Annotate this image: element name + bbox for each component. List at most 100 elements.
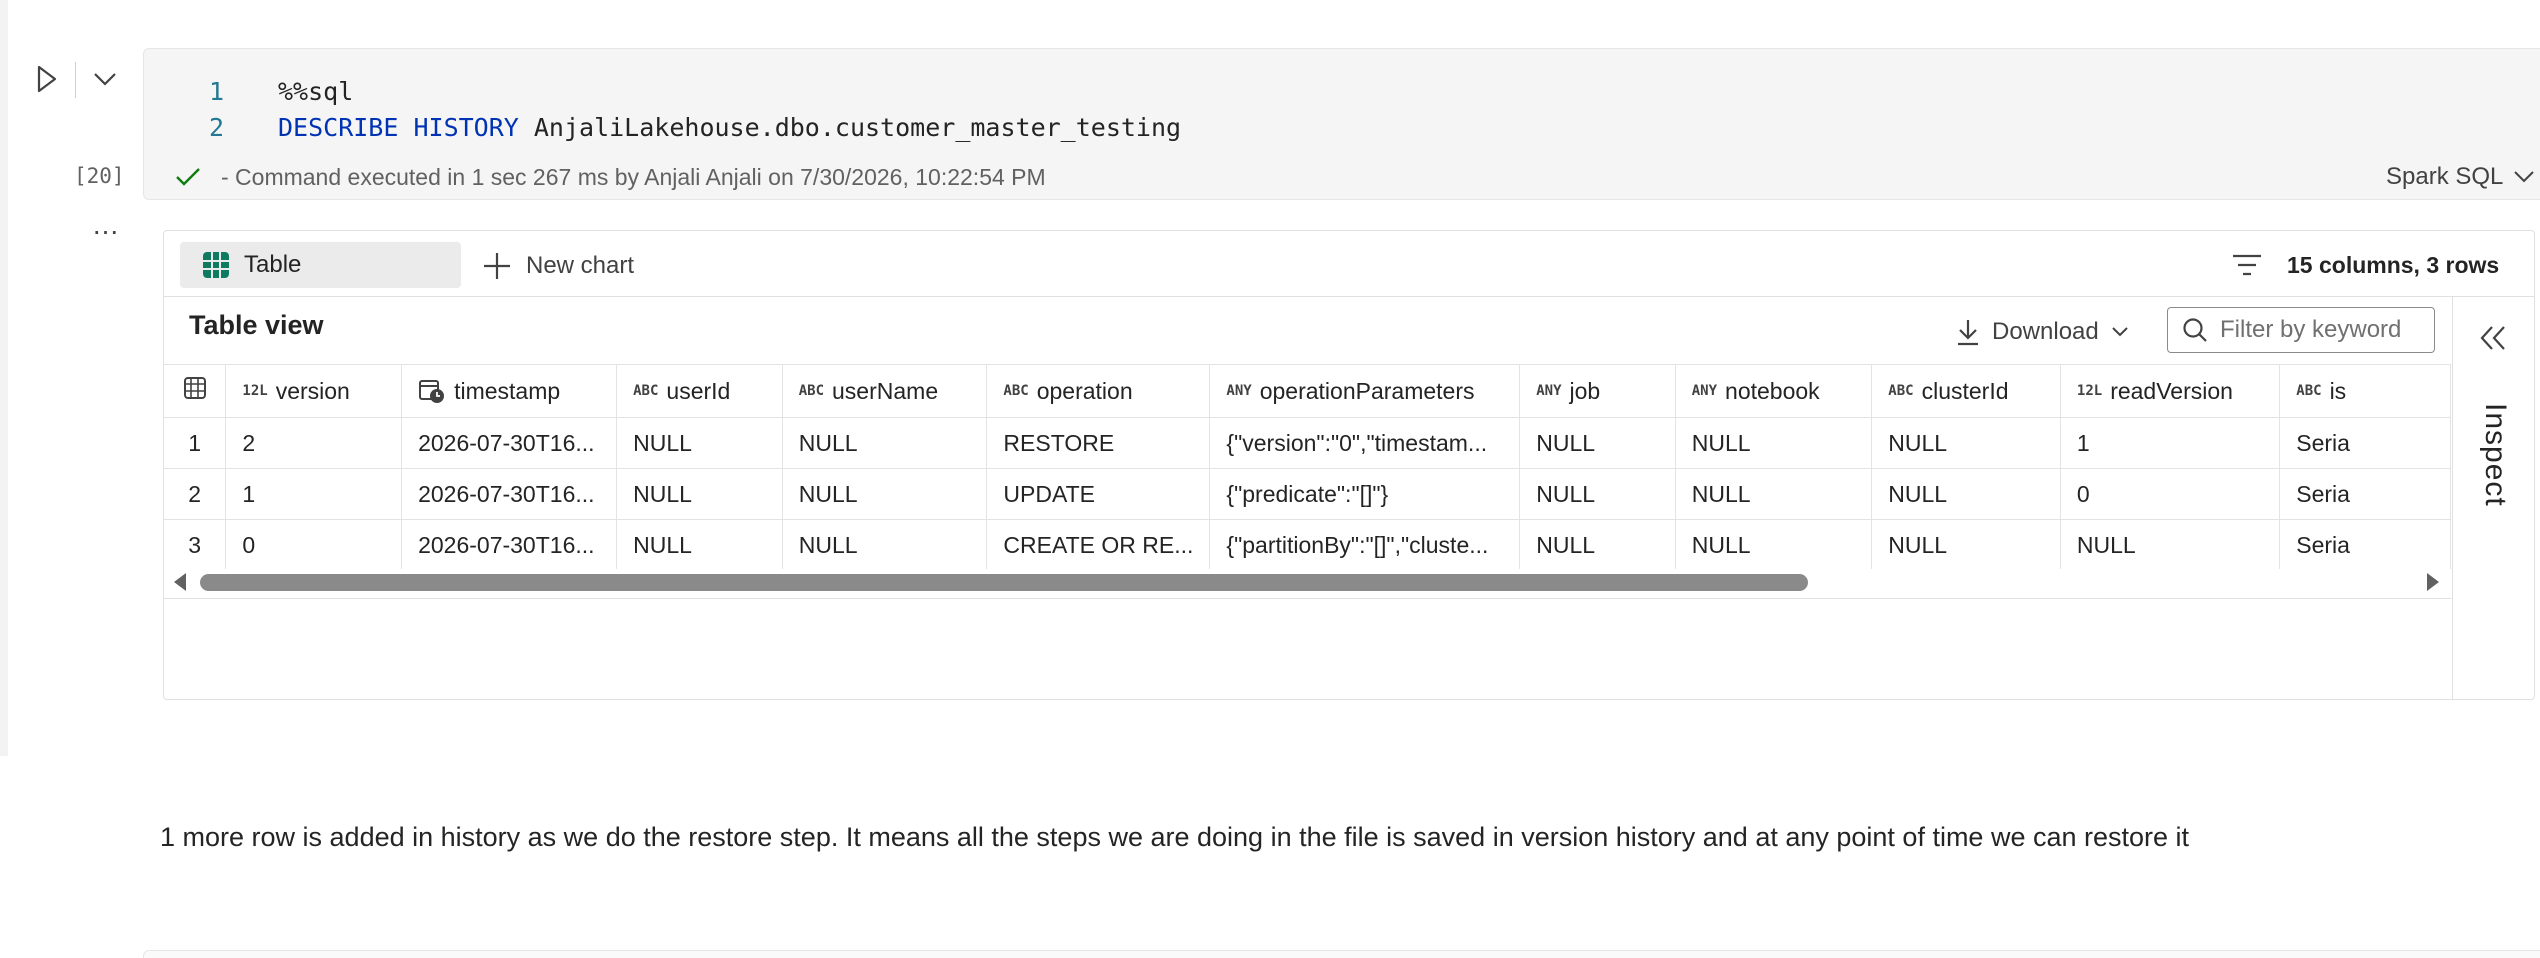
table-cell[interactable]: NULL xyxy=(782,519,988,569)
table-cell[interactable]: UPDATE xyxy=(986,468,1211,520)
table-grid-icon xyxy=(203,252,229,278)
row-number: 2 xyxy=(164,468,227,520)
column-header-readversion[interactable]: 12L readVersion xyxy=(2060,364,2281,418)
column-header-notebook[interactable]: ANY notebook xyxy=(1675,364,1873,418)
table-cell[interactable]: NULL xyxy=(1519,417,1676,469)
filter-keyword-input[interactable] xyxy=(2220,316,2430,344)
column-header-is[interactable]: ABC is xyxy=(2279,364,2451,418)
table-cell[interactable]: 2026-07-30T16... xyxy=(401,417,618,469)
table-cell[interactable]: NULL xyxy=(1871,519,2061,569)
type-badge: ABC xyxy=(633,383,659,399)
table-cell[interactable]: NULL xyxy=(1675,417,1873,469)
type-badge: ANY xyxy=(1536,383,1562,399)
download-button[interactable]: Download xyxy=(1956,312,2129,352)
type-badge: ABC xyxy=(1888,383,1914,399)
table-view-title: Table view xyxy=(189,310,324,340)
table-cell[interactable]: {"predicate":"[]"} xyxy=(1209,468,1521,520)
table-cell[interactable]: 0 xyxy=(225,519,403,569)
code-line-1[interactable]: %%sql xyxy=(278,77,353,106)
table-cell[interactable]: NULL xyxy=(1871,417,2061,469)
filter-lines-icon xyxy=(2233,254,2261,276)
horizontal-scrollbar[interactable] xyxy=(164,569,2451,596)
grid-bottom-border xyxy=(164,598,2451,599)
more-options-button[interactable]: ... xyxy=(88,211,124,248)
column-name: clusterId xyxy=(1921,377,2009,404)
new-chart-button[interactable]: New chart xyxy=(482,244,634,288)
scroll-left-arrow-icon[interactable] xyxy=(174,573,186,591)
table-cell[interactable]: Seria xyxy=(2279,519,2451,569)
table-cell[interactable]: CREATE OR RE... xyxy=(986,519,1211,569)
results-table: 12L version timestamp ABC userId ABC userNa… xyxy=(164,364,2451,569)
table-cell[interactable]: NULL xyxy=(1519,519,1676,569)
run-cell-button[interactable] xyxy=(30,60,64,98)
type-badge: ABC xyxy=(2296,383,2322,399)
double-chevron-left-icon xyxy=(2480,326,2505,350)
scroll-right-arrow-icon[interactable] xyxy=(2427,573,2439,591)
cell-options-button[interactable] xyxy=(88,60,122,98)
column-header-operationparameters[interactable]: ANY operationParameters xyxy=(1209,364,1521,418)
chevron-down-icon xyxy=(2514,171,2535,183)
table-row[interactable]: 1 2 2026-07-30T16... NULL NULL RESTORE {… xyxy=(164,417,2451,469)
code-line-2[interactable]: DESCRIBE HISTORY AnjaliLakehouse.dbo.cus… xyxy=(278,113,1181,142)
table-cell[interactable]: 1 xyxy=(2060,417,2281,469)
table-cell[interactable]: NULL xyxy=(2060,519,2281,569)
table-cell[interactable]: 2026-07-30T16... xyxy=(401,468,618,520)
table-cell[interactable]: NULL xyxy=(616,519,783,569)
table-cell[interactable]: Seria xyxy=(2279,468,2451,520)
expand-inspect-button[interactable] xyxy=(2470,318,2516,358)
column-header-job[interactable]: ANY job xyxy=(1519,364,1676,418)
table-cell[interactable]: 2026-07-30T16... xyxy=(401,519,618,569)
column-name: is xyxy=(2329,377,2347,404)
table-cell[interactable]: NULL xyxy=(616,468,783,520)
column-name: readVersion xyxy=(2110,377,2233,404)
line-number: 1 xyxy=(208,77,224,106)
table-cell[interactable]: NULL xyxy=(1675,519,1873,569)
table-cell[interactable]: NULL xyxy=(1871,468,2061,520)
filter-icon-button[interactable] xyxy=(2230,248,2264,282)
scroll-thumb[interactable] xyxy=(200,574,1808,591)
table-cell[interactable]: {"partitionBy":"[]","cluste... xyxy=(1209,519,1521,569)
gutter-divider xyxy=(75,62,76,98)
column-header-username[interactable]: ABC userName xyxy=(782,364,988,418)
language-label: Spark SQL xyxy=(2386,163,2504,190)
chevron-down-icon xyxy=(2112,327,2128,337)
search-icon xyxy=(2183,318,2207,342)
type-badge: ANY xyxy=(1691,383,1718,399)
table-cell[interactable]: NULL xyxy=(782,417,988,469)
play-icon xyxy=(37,65,57,93)
inspect-tab[interactable]: Inspect xyxy=(2456,400,2534,510)
table-cell[interactable]: 2 xyxy=(225,417,403,469)
column-header-version[interactable]: 12L version xyxy=(225,364,403,418)
chevron-down-icon xyxy=(94,73,116,86)
table-cell[interactable]: Seria xyxy=(2279,417,2451,469)
table-cell[interactable]: NULL xyxy=(616,417,783,469)
table-row[interactable]: 3 0 2026-07-30T16... NULL NULL CREATE OR… xyxy=(164,519,2451,569)
column-header-userid[interactable]: ABC userId xyxy=(616,364,783,418)
row-number: 1 xyxy=(164,417,227,469)
filter-search-box[interactable] xyxy=(2167,307,2435,353)
execution-count: [20] xyxy=(74,164,125,188)
column-name: operationParameters xyxy=(1259,377,1475,404)
table-cell[interactable]: {"version":"0","timestam... xyxy=(1209,417,1521,469)
tab-table[interactable]: Table xyxy=(180,242,461,288)
select-all-cell[interactable] xyxy=(164,364,227,418)
column-header-timestamp[interactable]: timestamp xyxy=(401,364,618,418)
column-header-clusterid[interactable]: ABC clusterId xyxy=(1871,364,2061,418)
row-number: 3 xyxy=(164,519,227,569)
language-selector[interactable]: Spark SQL xyxy=(2386,160,2535,194)
table-cell[interactable]: NULL xyxy=(782,468,988,520)
line-number: 2 xyxy=(208,113,224,142)
sql-table-name: AnjaliLakehouse.dbo.customer_master_test… xyxy=(518,113,1182,142)
table-cell[interactable]: 1 xyxy=(225,468,403,520)
table-cell[interactable]: 0 xyxy=(2060,468,2281,520)
markdown-paragraph: 1 more row is added in history as we do … xyxy=(160,822,2190,852)
table-cell[interactable]: NULL xyxy=(1519,468,1676,520)
table-cell[interactable]: NULL xyxy=(1675,468,1873,520)
execution-status: - Command executed in 1 sec 267 ms by An… xyxy=(175,160,1046,194)
table-row[interactable]: 2 1 2026-07-30T16... NULL NULL UPDATE {"… xyxy=(164,468,2451,520)
type-badge: ANY xyxy=(1226,383,1252,399)
result-summary: 15 columns, 3 rows xyxy=(2287,251,2500,278)
table-header-row: 12L version timestamp ABC userId ABC userNa… xyxy=(164,364,2451,418)
table-cell[interactable]: RESTORE xyxy=(986,417,1211,469)
column-header-operation[interactable]: ABC operation xyxy=(986,364,1211,418)
